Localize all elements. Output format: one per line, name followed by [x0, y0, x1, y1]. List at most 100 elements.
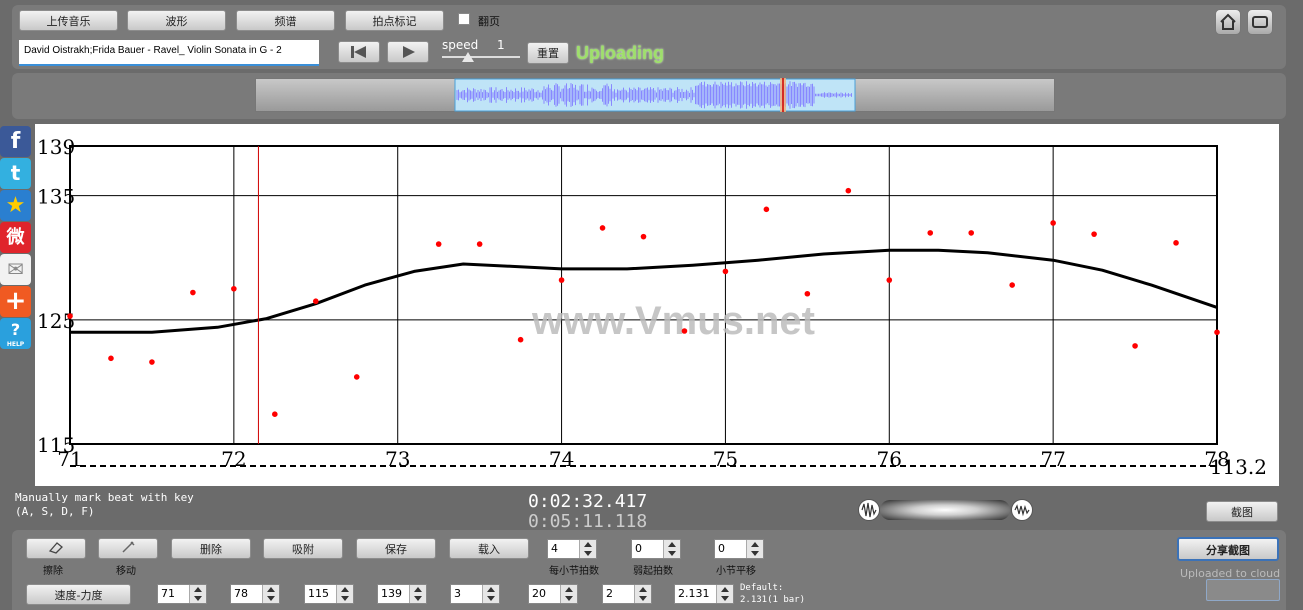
beat-point[interactable] [927, 230, 934, 236]
beat-point[interactable] [517, 336, 524, 343]
beat-point[interactable] [1214, 329, 1220, 336]
share-screenshot-button[interactable]: 分享截图 [1177, 537, 1279, 561]
screenshot-button[interactable]: 截图 [1206, 501, 1278, 522]
stepper-arrows[interactable] [716, 585, 733, 603]
x-tick-label: 74 [549, 447, 574, 471]
x-tick-label: 75 [713, 447, 738, 471]
waveform-button[interactable]: 波形 [127, 10, 226, 31]
pickup-beats-stepper[interactable]: 0 [631, 539, 681, 559]
field5-value: 3 [454, 587, 461, 600]
zoom-out-waveform-icon[interactable] [858, 499, 880, 521]
beat-point[interactable] [272, 411, 278, 418]
stepper-arrows[interactable] [262, 585, 279, 603]
beat-point[interactable] [681, 328, 688, 334]
pickup-beats-label: 弱起拍数 [633, 566, 673, 577]
add-plus-icon[interactable]: + [0, 286, 31, 317]
fullscreen-icon[interactable] [1247, 9, 1273, 35]
beat-point[interactable] [968, 230, 975, 236]
home-icon[interactable] [1215, 9, 1241, 35]
beat-point[interactable] [804, 290, 811, 297]
stepper-arrows[interactable] [663, 540, 680, 558]
beat-point[interactable] [1132, 343, 1138, 349]
stepper-arrows[interactable] [560, 585, 577, 603]
beat-point[interactable] [1173, 240, 1179, 246]
overview-waveform[interactable] [255, 78, 1055, 112]
flip-page-checkbox[interactable] [458, 13, 470, 25]
track-title-field[interactable]: David Oistrakh;Frida Bauer - Ravel_ Viol… [19, 40, 319, 66]
snap-button[interactable]: 吸附 [263, 538, 343, 559]
x-tick-label: 72 [221, 447, 246, 471]
field8-stepper[interactable]: 2.131 [674, 584, 734, 604]
save-button[interactable]: 保存 [356, 538, 436, 559]
y-min-value: 115 [308, 587, 329, 600]
stepper-arrows[interactable] [336, 585, 353, 603]
beat-point[interactable] [1009, 282, 1015, 288]
delete-button[interactable]: 删除 [171, 538, 251, 559]
reset-button[interactable]: 重置 [527, 42, 569, 64]
beat-point[interactable] [640, 233, 647, 240]
zoom-slider[interactable] [880, 500, 1010, 520]
zoom-in-waveform-icon[interactable] [1011, 499, 1033, 521]
beat-point[interactable] [722, 268, 729, 275]
play-button[interactable] [387, 41, 429, 63]
skip-back-icon [351, 46, 366, 58]
y-max-value: 139 [381, 587, 402, 600]
track-title-text: David Oistrakh;Frida Bauer - Ravel_ Viol… [24, 45, 282, 56]
beat-mark-button[interactable]: 拍点标记 [345, 10, 444, 31]
beat-point[interactable] [763, 206, 770, 213]
bar-shift-stepper[interactable]: 0 [714, 539, 764, 559]
upload-music-button[interactable]: 上传音乐 [19, 10, 118, 31]
email-icon[interactable]: ✉ [0, 254, 31, 285]
facebook-icon[interactable]: f [0, 126, 31, 157]
beat-point[interactable] [435, 241, 442, 247]
twitter-icon[interactable]: t [0, 158, 31, 189]
spectrum-button[interactable]: 频谱 [236, 10, 335, 31]
tempo-chart[interactable]: www.Vmus.net11512513513971 72 73 74 75 76 77 78… [35, 124, 1279, 486]
beat-point[interactable] [190, 289, 196, 296]
field5-stepper[interactable]: 3 [450, 584, 500, 604]
x-tick-label: 77 [1040, 447, 1065, 471]
stepper-arrows[interactable] [746, 540, 763, 558]
beat-point[interactable] [231, 285, 237, 292]
field7-stepper[interactable]: 2 [602, 584, 652, 604]
stepper-arrows[interactable] [482, 585, 499, 603]
beat-point[interactable] [67, 313, 73, 319]
x-min-stepper[interactable]: 71 [157, 584, 207, 604]
stepper-arrows[interactable] [579, 540, 596, 558]
beat-point[interactable] [558, 277, 565, 283]
load-button[interactable]: 载入 [449, 538, 529, 559]
beat-point[interactable] [599, 225, 606, 231]
current-time: 0:02:32.417 [528, 491, 648, 512]
y-max-stepper[interactable]: 139 [377, 584, 427, 604]
speed-slider-thumb[interactable] [462, 52, 474, 62]
bottom-right-value: 113.2 [1210, 455, 1267, 479]
weibo-icon[interactable]: 微 [0, 222, 31, 253]
beat-point[interactable] [149, 359, 155, 365]
beat-point[interactable] [1050, 220, 1056, 226]
speed-slider-track[interactable] [442, 56, 520, 58]
erase-button[interactable] [26, 538, 86, 559]
flip-page-label: 翻页 [478, 15, 500, 28]
x-max-stepper[interactable]: 78 [230, 584, 280, 604]
share-target-box[interactable] [1206, 579, 1280, 601]
beat-point[interactable] [108, 355, 114, 362]
rewind-button[interactable] [338, 41, 380, 63]
stepper-arrows[interactable] [189, 585, 206, 603]
y-min-stepper[interactable]: 115 [304, 584, 354, 604]
beat-point[interactable] [476, 241, 483, 247]
stepper-arrows[interactable] [409, 585, 426, 603]
beat-point[interactable] [845, 187, 852, 194]
field6-stepper[interactable]: 20 [528, 584, 578, 604]
beats-per-bar-stepper[interactable]: 4 [547, 539, 597, 559]
beat-point[interactable] [1091, 231, 1097, 237]
tempo-dynamics-button[interactable]: 速度-力度 [26, 584, 131, 605]
favorite-star-icon[interactable]: ★ [0, 190, 31, 221]
beat-point[interactable] [353, 374, 360, 380]
stepper-arrows[interactable] [634, 585, 651, 603]
y-tick-label: 139 [37, 135, 75, 159]
beat-point[interactable] [312, 298, 319, 305]
beat-point[interactable] [886, 277, 893, 283]
move-button[interactable] [98, 538, 158, 559]
plot-frame [69, 145, 1218, 445]
help-icon[interactable]: ? HELP [0, 318, 31, 349]
